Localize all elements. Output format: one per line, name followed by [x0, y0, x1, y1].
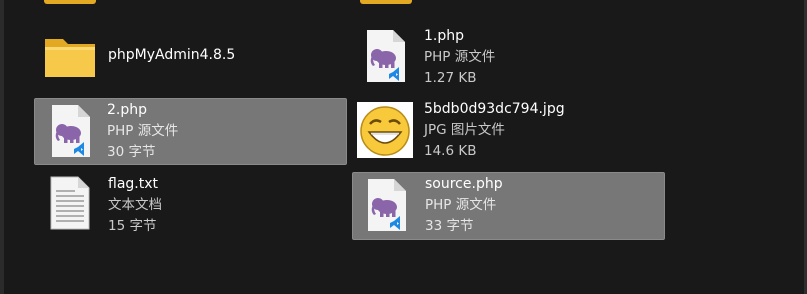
file-name: phpMyAdmin4.8.5 — [108, 47, 236, 63]
file-item-2-php[interactable]: 2.php PHP 源文件 30 字节 — [34, 98, 347, 165]
file-explorer-pane: phpMyAdmin4.8.5 1.php PHP 源文件 1.27 KB 2.… — [0, 0, 807, 294]
file-item-meta: 2.php PHP 源文件 30 字节 — [107, 100, 178, 163]
file-name: 2.php — [107, 102, 148, 118]
file-size: 33 字节 — [425, 218, 474, 234]
php-file-icon — [52, 105, 90, 157]
file-item-jpg[interactable]: 5bdb0d93dc794.jpg JPG 图片文件 14.6 KB — [352, 98, 665, 165]
file-type: PHP 源文件 — [424, 49, 496, 65]
php-file-icon — [367, 30, 405, 82]
file-type: PHP 源文件 — [107, 123, 179, 139]
file-item-meta: flag.txt 文本文档 15 字节 — [108, 174, 162, 237]
file-name: 1.php — [424, 28, 465, 44]
file-item-flag-txt[interactable]: flag.txt 文本文档 15 字节 — [36, 172, 348, 239]
file-item-meta: phpMyAdmin4.8.5 — [108, 45, 235, 66]
partial-folder-icon[interactable] — [44, 0, 96, 4]
php-file-icon — [368, 179, 406, 231]
file-size: 14.6 KB — [424, 143, 477, 159]
file-size: 30 字节 — [107, 144, 156, 160]
pane-left-border — [0, 0, 4, 294]
file-size: 15 字节 — [108, 218, 157, 234]
smiley-thumbnail-icon — [357, 102, 413, 158]
file-size: 1.27 KB — [424, 70, 477, 86]
file-type: PHP 源文件 — [425, 197, 497, 213]
file-item-source-php[interactable]: source.php PHP 源文件 33 字节 — [352, 172, 665, 240]
file-item-1-php[interactable]: 1.php PHP 源文件 1.27 KB — [352, 24, 665, 90]
text-file-icon — [50, 176, 90, 230]
file-item-phpmyadmin[interactable]: phpMyAdmin4.8.5 — [36, 24, 348, 90]
file-name: 5bdb0d93dc794.jpg — [424, 101, 565, 117]
file-item-meta: 1.php PHP 源文件 1.27 KB — [424, 26, 495, 89]
file-type: JPG 图片文件 — [424, 122, 505, 138]
file-name: flag.txt — [108, 176, 158, 192]
partial-folder-icon[interactable] — [360, 0, 412, 4]
folder-icon — [45, 39, 95, 77]
file-item-meta: source.php PHP 源文件 33 字节 — [425, 174, 503, 237]
file-item-meta: 5bdb0d93dc794.jpg JPG 图片文件 14.6 KB — [424, 99, 565, 162]
file-name: source.php — [425, 176, 503, 192]
file-type: 文本文档 — [108, 197, 162, 213]
